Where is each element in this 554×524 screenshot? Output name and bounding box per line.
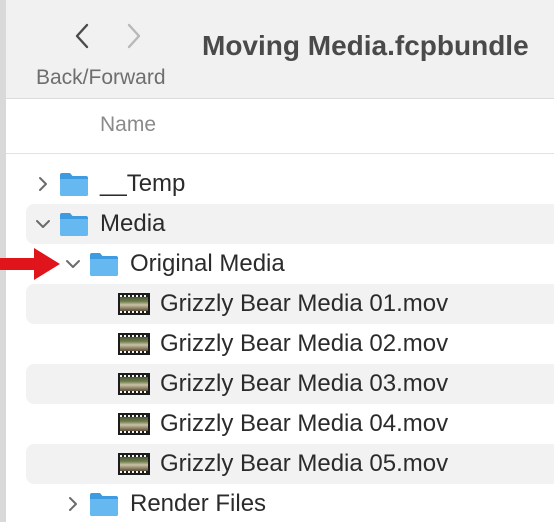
column-header-name[interactable]: Name: [100, 113, 156, 137]
red-arrow-annotation-icon: [0, 248, 60, 280]
column-header: Name: [6, 99, 554, 154]
file-name: __Temp: [100, 170, 186, 197]
list-item[interactable]: Original Media: [26, 244, 554, 284]
movie-thumbnail-icon: [118, 413, 150, 435]
chevron-down-icon: [66, 260, 80, 268]
window-title: Moving Media.fcpbundle: [202, 30, 529, 61]
list-item[interactable]: Grizzly Bear Media 05.mov: [26, 444, 554, 484]
chevron-down-icon: [36, 220, 50, 228]
list-item[interactable]: Media: [26, 204, 554, 244]
movie-thumbnail-icon: [118, 453, 150, 475]
movie-thumbnail-icon: [118, 333, 150, 355]
folder-icon: [90, 253, 118, 276]
disclosure-triangle[interactable]: [34, 175, 52, 193]
folder-icon: [60, 213, 88, 236]
file-name: Media: [100, 210, 166, 237]
disclosure-triangle[interactable]: [34, 215, 52, 233]
list-item[interactable]: Grizzly Bear Media 03.mov: [26, 364, 554, 404]
chevron-right-icon: [127, 23, 141, 49]
file-name: Grizzly Bear Media 01.mov: [160, 290, 449, 317]
file-name: Original Media: [130, 250, 285, 277]
movie-thumbnail-icon: [118, 293, 150, 315]
back-forward-label: Back/Forward: [36, 66, 166, 89]
folder-icon: [90, 493, 118, 516]
list-item[interactable]: __Temp: [26, 164, 554, 204]
chevron-right-icon: [39, 177, 47, 191]
disclosure-triangle[interactable]: [64, 495, 82, 513]
list-item[interactable]: Render Files: [26, 484, 554, 524]
finder-toolbar: Back/Forward Moving Media.fcpbundle: [6, 0, 554, 99]
file-name: Grizzly Bear Media 05.mov: [160, 450, 449, 477]
back-button[interactable]: [68, 22, 96, 50]
file-name: Render Files: [130, 490, 267, 517]
list-item[interactable]: Grizzly Bear Media 02.mov: [26, 324, 554, 364]
movie-thumbnail-icon: [118, 373, 150, 395]
folder-icon: [60, 173, 88, 196]
chevron-right-icon: [69, 497, 77, 511]
list-item[interactable]: Grizzly Bear Media 01.mov: [26, 284, 554, 324]
list-item[interactable]: Grizzly Bear Media 04.mov: [26, 404, 554, 444]
chevron-left-icon: [75, 23, 89, 49]
file-name: Grizzly Bear Media 03.mov: [160, 370, 449, 397]
file-name: Grizzly Bear Media 04.mov: [160, 410, 449, 437]
disclosure-triangle[interactable]: [64, 255, 82, 273]
file-name: Grizzly Bear Media 02.mov: [160, 330, 449, 357]
forward-button[interactable]: [120, 22, 148, 50]
